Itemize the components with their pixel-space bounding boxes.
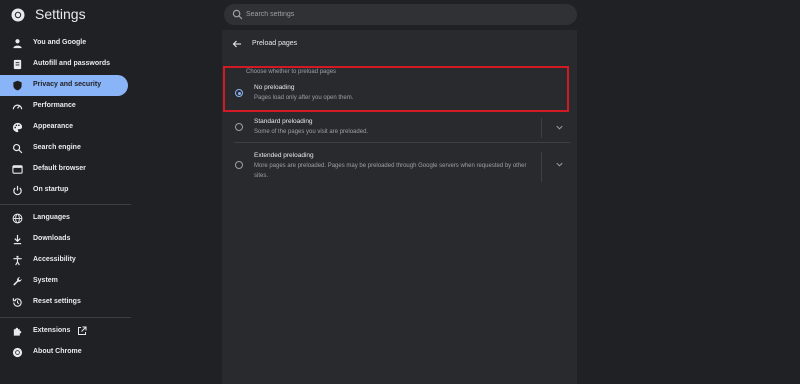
sidebar-item-label: Downloads [33, 235, 71, 242]
header: Settings [0, 0, 800, 30]
chrome-icon [12, 347, 23, 358]
sidebar-item-system[interactable]: System [0, 271, 128, 292]
sidebar-item-downloads[interactable]: Downloads [0, 229, 128, 250]
option-title: Extended preloading [254, 152, 314, 159]
sidebar-item-privacy[interactable]: Privacy and security [0, 75, 128, 96]
globe-icon [12, 213, 23, 224]
sidebar-item-label: Autofill and passwords [33, 60, 111, 67]
sidebar-item-label: You and Google [33, 39, 87, 46]
sidebar-item-label: System [33, 277, 58, 284]
wrench-icon [13, 277, 22, 286]
sidebar-item-default-browser[interactable]: Default browser [0, 159, 128, 180]
search-bar[interactable] [224, 4, 577, 25]
sidebar-item-you-and-google[interactable]: You and Google [0, 33, 128, 54]
sidebar-item-reset-settings[interactable]: Reset settings [0, 292, 128, 313]
autofill-icon [13, 59, 22, 70]
sidebar-item-label: Appearance [33, 123, 74, 130]
settings-card: Preload pages Choose whether to preload … [222, 30, 577, 384]
search-icon [232, 9, 243, 20]
browser-icon [12, 165, 23, 174]
sidebar-item-label: Languages [33, 214, 70, 221]
open-in-new-icon [78, 326, 87, 335]
sidebar-item-label: Search engine [33, 144, 81, 151]
sidebar-item-on-startup[interactable]: On startup [0, 180, 128, 201]
option-title: Standard preloading [254, 118, 313, 125]
speedometer-icon [12, 104, 23, 110]
option-description: Pages load only after you open them. [254, 95, 354, 101]
sidebar-item-label: Accessibility [33, 256, 76, 263]
sidebar-divider [0, 317, 131, 318]
sidebar-item-appearance[interactable]: Appearance [0, 117, 128, 138]
download-icon [13, 234, 22, 245]
vertical-separator [541, 152, 542, 182]
sidebar-item-label: Reset settings [33, 298, 81, 305]
reset-icon [12, 298, 22, 307]
sidebar-item-label: Extensions [33, 327, 71, 334]
sidebar-item-label: Privacy and security [33, 81, 102, 88]
sidebar: You and Google Autofill and passwords Pr… [0, 30, 131, 384]
option-description: Some of the pages you visit are preloade… [254, 129, 369, 135]
sidebar-item-performance[interactable]: Performance [0, 96, 128, 117]
radio-extended-preloading[interactable] [235, 161, 243, 169]
sidebar-item-label: About Chrome [33, 348, 82, 355]
palette-icon [12, 122, 23, 133]
sidebar-item-label: On startup [33, 186, 69, 193]
chevron-down-icon[interactable] [555, 160, 564, 169]
search-icon [12, 143, 23, 154]
person-icon [13, 39, 22, 49]
search-input[interactable] [246, 4, 566, 25]
option-description: More pages are preloaded. Pages may be p… [254, 163, 527, 179]
vertical-separator [541, 118, 542, 138]
sidebar-item-search-engine[interactable]: Search engine [0, 138, 128, 159]
shield-icon [13, 80, 22, 91]
option-title: No preloading [254, 84, 295, 91]
chrome-logo-icon [11, 8, 25, 22]
sidebar-item-label: Default browser [33, 165, 86, 172]
radio-standard-preloading[interactable] [235, 123, 243, 131]
sidebar-item-autofill[interactable]: Autofill and passwords [0, 54, 128, 75]
puzzle-icon [13, 327, 22, 336]
radio-selected-dot [237, 91, 241, 95]
section-label: Choose whether to preload pages [246, 69, 337, 75]
sidebar-item-about-chrome[interactable]: About Chrome [0, 342, 128, 363]
chevron-down-icon[interactable] [555, 123, 564, 132]
sidebar-item-extensions[interactable]: Extensions [0, 321, 128, 342]
sidebar-item-label: Performance [33, 102, 76, 109]
sidebar-item-languages[interactable]: Languages [0, 208, 128, 229]
sidebar-divider [0, 204, 131, 205]
power-icon [13, 185, 22, 196]
accessibility-icon [13, 255, 22, 266]
radio-no-preloading[interactable] [235, 89, 243, 97]
sidebar-item-accessibility[interactable]: Accessibility [0, 250, 128, 271]
back-arrow-icon[interactable] [232, 39, 242, 49]
option-separator [234, 142, 570, 143]
app-title: Settings [35, 6, 86, 22]
page-title: Preload pages [252, 40, 298, 47]
